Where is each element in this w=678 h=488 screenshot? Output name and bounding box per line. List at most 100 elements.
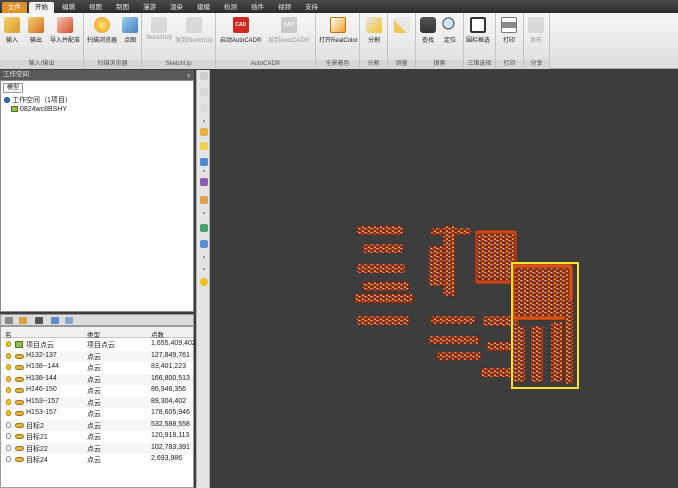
launch-autocad-button[interactable]: CAD 启动AutoCAD® (220, 17, 261, 44)
cell-name: H138--144 (26, 363, 60, 370)
light-tool-icon[interactable] (200, 128, 208, 136)
point-cloud-icon (15, 388, 24, 393)
scan-browser-button[interactable]: 扫描浏览器 (87, 17, 117, 44)
tab-render[interactable]: 渲染 (164, 2, 189, 13)
tab-view[interactable]: 视图 (83, 2, 108, 13)
group-3d-select: 围栏框选 三维选择 (464, 13, 496, 69)
pan-tool-icon[interactable] (200, 88, 208, 96)
filter-icon[interactable] (5, 317, 13, 324)
cell-name: 目标24 (26, 457, 48, 464)
find-button[interactable]: 查找 (420, 17, 436, 44)
list-row[interactable]: 目标2 点云 532,588,558 (1, 419, 193, 431)
group-realcolor: 打开RealColor 全景着色 (316, 13, 360, 69)
list-row[interactable]: H153-157 点云 178,605,946 (1, 408, 193, 420)
tab-walk[interactable]: 漫游 (137, 2, 162, 13)
publish-button[interactable]: 发布 (528, 17, 544, 44)
import-register-button[interactable]: 导入并配准 (50, 17, 80, 44)
folder-icon[interactable] (19, 317, 27, 324)
visibility-bulb-icon[interactable] (6, 364, 11, 370)
ribbon-tab-bar: 文件 开始 编辑 视图 制图 漫游 渲染 建模 检测 插件 视频 支持 (0, 0, 678, 13)
cell-name: H146-150 (26, 386, 57, 393)
segment-button[interactable]: 分割 (366, 17, 382, 44)
arrow-up-icon[interactable] (35, 317, 43, 324)
autocad-icon: CAD (232, 17, 249, 33)
cell-type: 点云 (87, 376, 101, 384)
header-count[interactable]: 点数 (151, 329, 164, 339)
pin-icon[interactable]: ᵩ (187, 70, 190, 80)
list-row[interactable]: 项目点云 项目点云 1,655,409,402 (1, 339, 196, 351)
dot-map-button[interactable]: 点图 (122, 17, 138, 44)
tab-edit[interactable]: 编辑 (56, 2, 81, 13)
visibility-bulb-icon[interactable] (6, 410, 11, 416)
tab-inspect[interactable]: 检测 (218, 2, 243, 13)
color-tool-icon[interactable] (200, 178, 208, 186)
tab-plugins[interactable]: 插件 (245, 2, 270, 13)
cell-count: 89,304,402 (151, 397, 187, 405)
export-button[interactable]: 输出 (28, 17, 44, 44)
rotate-tool-icon[interactable] (200, 104, 208, 112)
sun-tool-icon[interactable] (200, 278, 208, 286)
bulb-tool-icon[interactable] (200, 142, 208, 150)
import-button[interactable]: 输入 (4, 17, 20, 44)
tab-file[interactable]: 文件 (2, 2, 27, 13)
visibility-bulb-icon[interactable] (6, 375, 11, 382)
visibility-bulb-icon[interactable] (6, 456, 11, 462)
list-row[interactable]: H138--144 点云 83,401,223 (1, 362, 193, 374)
dot-map-icon (122, 17, 138, 33)
measure-button[interactable] (394, 17, 410, 35)
cell-count: 166,800,513 (151, 374, 190, 382)
import-register-icon (57, 17, 73, 33)
list-row[interactable]: H138-144 点云 166,800,513 (1, 373, 193, 385)
selection-box[interactable] (511, 262, 579, 389)
header-type[interactable]: 类型 (87, 329, 100, 339)
ruler-icon (394, 17, 410, 33)
cloud-tool-icon[interactable] (200, 196, 208, 204)
separator (203, 212, 205, 214)
visibility-bulb-icon[interactable] (6, 433, 11, 439)
cell-type: 点云 (87, 457, 101, 464)
header-name[interactable]: 名 (5, 329, 12, 339)
tree-root[interactable]: 工作空间（1项目） (4, 95, 72, 105)
visibility-bulb-icon[interactable] (6, 421, 11, 428)
camera-tool-icon[interactable] (200, 158, 208, 166)
visibility-bulb-icon[interactable] (6, 444, 11, 451)
tab-start[interactable]: 开始 (29, 2, 54, 13)
view-options-icon[interactable] (51, 317, 59, 324)
visibility-bulb-icon[interactable] (6, 352, 11, 359)
point-cloud-icon (15, 376, 24, 382)
sketchup-button[interactable]: SketchUp (146, 17, 172, 41)
3d-viewport[interactable] (211, 70, 678, 488)
group-autocad: CAD 启动AutoCAD® CAD 发到AutoCAD® AutoCAD® (216, 13, 316, 69)
list-row[interactable]: H146-150 点云 86,946,356 (1, 385, 193, 397)
visibility-bulb-icon[interactable] (6, 341, 11, 347)
settings-icon[interactable] (65, 317, 73, 324)
list-row[interactable]: 目标24 点云 2,693,986 (1, 454, 193, 466)
realcolor-icon (330, 17, 347, 33)
visibility-bulb-icon[interactable] (6, 387, 11, 393)
list-row[interactable]: H153--157 点云 89,304,402 (1, 396, 193, 408)
send-autocad-button[interactable]: CAD 发到AutoCAD® (268, 17, 309, 44)
locate-button[interactable]: 定位 (442, 17, 458, 44)
separator (203, 120, 205, 122)
tab-model[interactable]: 建模 (191, 2, 216, 13)
tab-video[interactable]: 视频 (272, 2, 297, 13)
cell-type: 点云 (87, 353, 101, 361)
list-row[interactable]: 目标22 点云 102,783,391 (1, 442, 193, 454)
open-realcolor-button[interactable]: 打开RealColor (319, 17, 358, 44)
plane-tool-icon[interactable] (200, 240, 208, 248)
visibility-bulb-icon[interactable] (6, 398, 11, 405)
terrain-tool-icon[interactable] (200, 224, 208, 232)
workspace-icon (4, 97, 10, 103)
list-row[interactable]: H132-137 点云 127,849,761 (1, 350, 193, 362)
model-tab[interactable]: 模型 (3, 83, 24, 93)
tab-support[interactable]: 支持 (299, 2, 324, 13)
tab-draw[interactable]: 制图 (110, 2, 135, 13)
tree-project[interactable]: 0824wc8BSHY (11, 106, 67, 113)
select-tool-icon[interactable] (200, 72, 208, 80)
print-button[interactable]: 打印 (501, 17, 517, 44)
point-cloud-render (354, 225, 574, 385)
send-sketchup-button[interactable]: 发到SketchUp (175, 17, 213, 44)
list-row[interactable]: 目标21 点云 120,918,113 (1, 431, 193, 443)
fence-select-button[interactable]: 围栏框选 (466, 17, 490, 44)
cell-type: 点云 (87, 388, 101, 395)
